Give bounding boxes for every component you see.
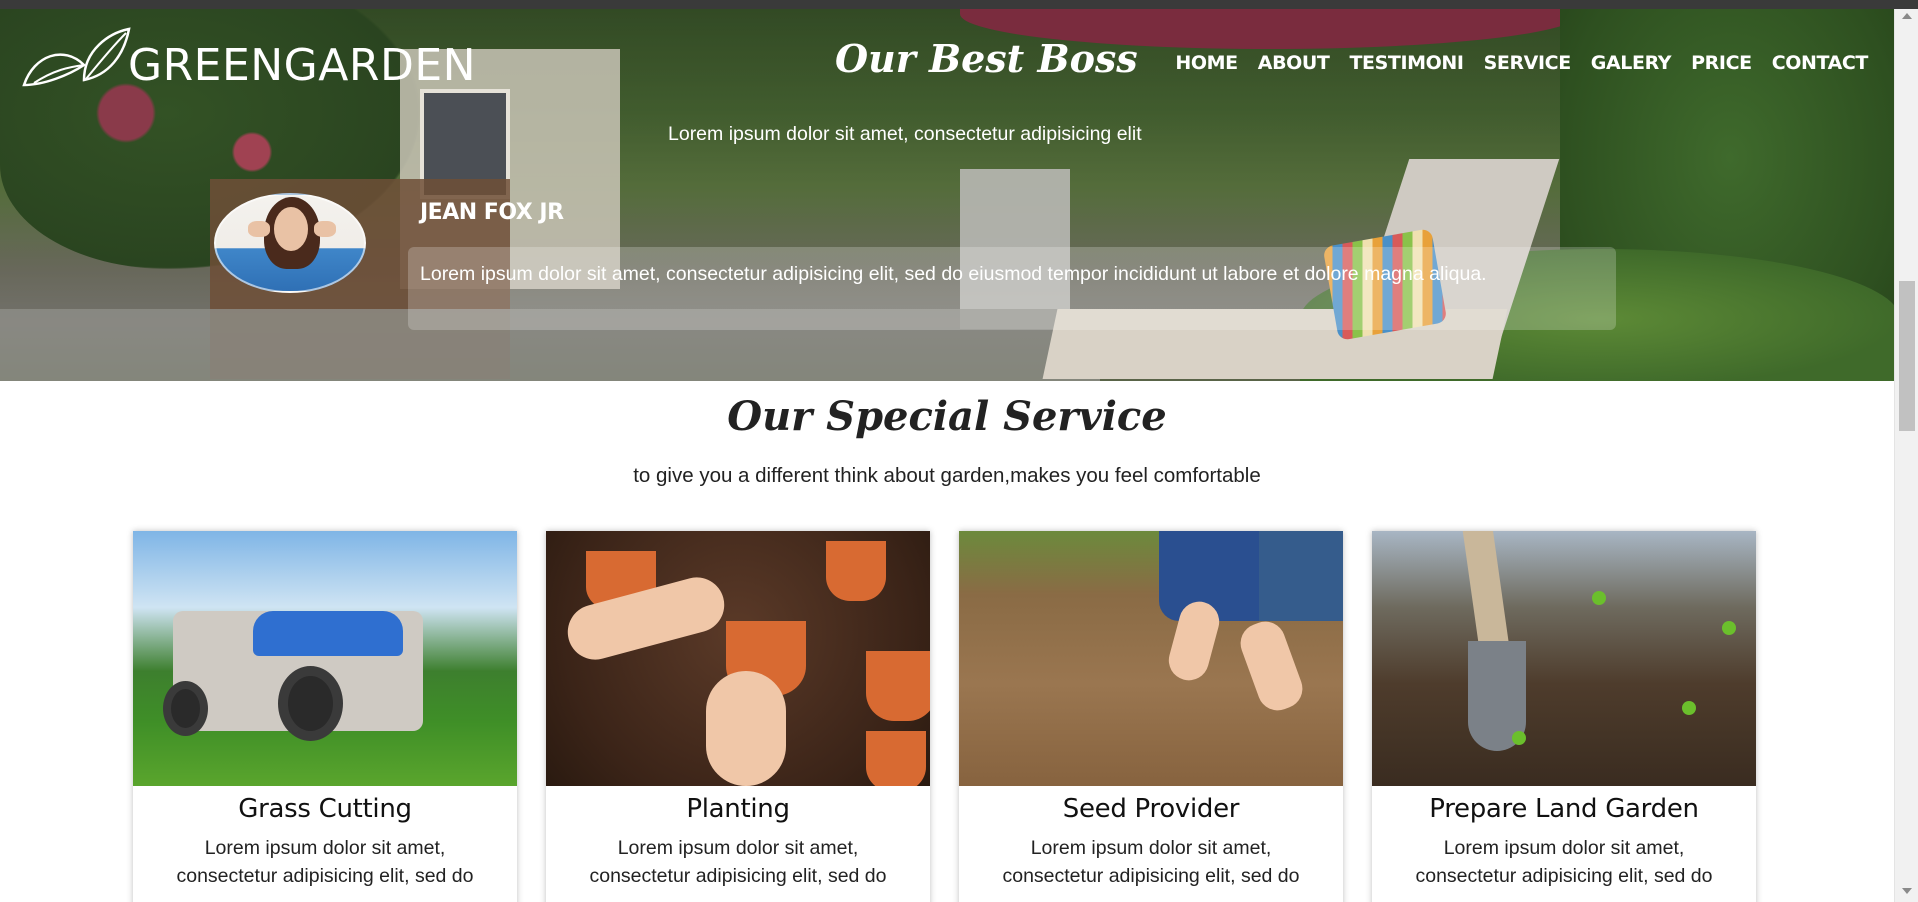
testimonial-text: Lorem ipsum dolor sit amet, consectetur …: [408, 247, 1616, 330]
service-card-text: Lorem ipsum dolor sit amet, consectetur …: [176, 837, 474, 887]
potted-plant-photo: [546, 531, 930, 786]
nav-item-contact[interactable]: CONTACT: [1762, 52, 1878, 74]
service-card-title: Grass Cutting: [238, 794, 412, 824]
leaf-logo-icon: [22, 27, 131, 87]
nav-item-price[interactable]: PRICE: [1681, 52, 1762, 74]
mower-wheel-front: [278, 666, 343, 741]
window-top-border: [0, 0, 1918, 9]
nav-item-galery[interactable]: GALERY: [1581, 52, 1681, 74]
service-card-title: Planting: [686, 794, 790, 824]
nav-item-home[interactable]: HOME: [1165, 52, 1247, 74]
mower-hood: [253, 611, 403, 656]
garden-spade-photo: [1372, 531, 1756, 786]
avatar-hand-right: [314, 221, 336, 237]
hero-heading: Our Best Boss: [835, 36, 1138, 81]
services-subtitle: to give you a different think about gard…: [633, 464, 1261, 487]
gardener-hand-right: [1234, 616, 1309, 716]
lawn-mower-photo: [133, 531, 517, 786]
nav-item-about[interactable]: ABOUT: [1248, 52, 1340, 74]
service-card-grass-cutting[interactable]: Grass Cutting Lorem ipsum dolor sit amet…: [133, 531, 517, 902]
service-card-planting[interactable]: Planting Lorem ipsum dolor sit amet, con…: [546, 531, 930, 902]
sprout: [1512, 731, 1526, 745]
sprout: [1722, 621, 1736, 635]
pot: [866, 651, 930, 721]
scroll-up-arrow-icon[interactable]: [1902, 13, 1912, 19]
testimonial-name: JEAN FOX JR: [420, 200, 564, 225]
hand-right: [706, 671, 786, 786]
avatar-hand-left: [248, 221, 270, 237]
service-card-title: Seed Provider: [1062, 794, 1240, 824]
service-card-text: Lorem ipsum dolor sit amet, consectetur …: [1415, 837, 1713, 887]
services-title: Our Special Service: [727, 393, 1167, 440]
brand-name: GREENGARDEN: [128, 40, 477, 91]
nav-item-testimoni[interactable]: TESTIMONI: [1340, 52, 1474, 74]
service-card-prepare-land-garden[interactable]: Prepare Land Garden Lorem ipsum dolor si…: [1372, 531, 1756, 902]
pot: [866, 731, 926, 786]
vertical-scrollbar[interactable]: [1894, 9, 1918, 902]
gardener-shirt: [1259, 531, 1343, 621]
hero-subheading: Lorem ipsum dolor sit amet, consectetur …: [668, 123, 1142, 145]
nav-item-service[interactable]: SERVICE: [1474, 52, 1581, 74]
sprout: [1682, 701, 1696, 715]
scrollbar-thumb[interactable]: [1899, 281, 1915, 431]
service-card-title: Prepare Land Garden: [1429, 794, 1699, 824]
service-card-seed-provider[interactable]: Seed Provider Lorem ipsum dolor sit amet…: [959, 531, 1343, 902]
scroll-down-arrow-icon[interactable]: [1902, 888, 1912, 894]
pot: [826, 541, 886, 601]
service-card-text: Lorem ipsum dolor sit amet, consectetur …: [1002, 837, 1300, 887]
planting-seeds-photo: [959, 531, 1343, 786]
testimonial-avatar: [214, 193, 366, 293]
service-card-text: Lorem ipsum dolor sit amet, consectetur …: [589, 837, 887, 887]
mower-wheel-back: [163, 681, 208, 736]
avatar-face: [274, 207, 308, 251]
brand-logo[interactable]: GREENGARDEN: [14, 25, 476, 95]
sprout: [1592, 591, 1606, 605]
main-nav: HOME ABOUT TESTIMONI SERVICE GALERY PRIC…: [1165, 52, 1878, 74]
